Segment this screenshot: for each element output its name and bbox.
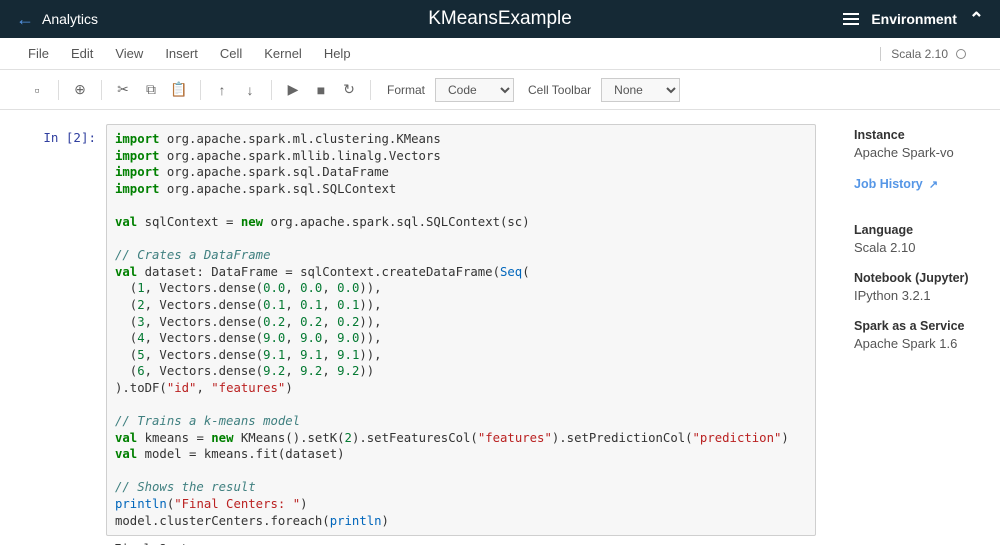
menu-insert[interactable]: Insert bbox=[165, 46, 198, 61]
add-cell-button[interactable]: ⊕ bbox=[71, 81, 89, 99]
instance-heading: Instance bbox=[854, 128, 986, 142]
celltoolbar-label: Cell Toolbar bbox=[528, 83, 591, 97]
code-cell[interactable]: In [2]: import org.apache.spark.ml.clust… bbox=[24, 124, 816, 545]
notebook-heading: Notebook (Jupyter) bbox=[854, 271, 986, 285]
notebook-area[interactable]: In [2]: import org.apache.spark.ml.clust… bbox=[0, 110, 840, 545]
job-history-link[interactable]: Job History ↗ bbox=[854, 177, 938, 191]
saas-heading: Spark as a Service bbox=[854, 319, 986, 333]
instance-value: Apache Spark-vo bbox=[854, 145, 986, 160]
language-value: Scala 2.10 bbox=[854, 240, 986, 255]
menu-kernel[interactable]: Kernel bbox=[264, 46, 302, 61]
code-input[interactable]: import org.apache.spark.ml.clustering.KM… bbox=[106, 124, 816, 536]
chevron-up-icon[interactable]: ⌃ bbox=[969, 9, 984, 30]
menu-file[interactable]: File bbox=[28, 46, 49, 61]
kernel-name: Scala 2.10 bbox=[891, 47, 948, 61]
menu-help[interactable]: Help bbox=[324, 46, 351, 61]
menubar: File Edit View Insert Cell Kernel Help S… bbox=[0, 38, 1000, 70]
notebook-title[interactable]: KMeansExample bbox=[428, 8, 572, 30]
toolbar: ▫ ⊕ ✂ ⧉ 📋 ↑ ↓ ▶ ■ ↻ Format Code Cell Too… bbox=[0, 70, 1000, 110]
language-heading: Language bbox=[854, 223, 986, 237]
notebook-value: IPython 3.2.1 bbox=[854, 288, 986, 303]
menu-icon[interactable] bbox=[843, 10, 859, 28]
environment-panel: Instance Apache Spark-vo Job History ↗ L… bbox=[840, 110, 1000, 545]
topbar: ← Analytics KMeansExample Environment ⌃ bbox=[0, 0, 1000, 38]
kernel-indicator: Scala 2.10 bbox=[880, 47, 972, 61]
format-select[interactable]: Code bbox=[435, 78, 514, 102]
restart-button[interactable]: ↻ bbox=[340, 81, 358, 99]
external-link-icon: ↗ bbox=[926, 179, 938, 191]
cell-output: Final Centers: [0.1,0.1,0.1] [9.1,9.1,9.… bbox=[106, 536, 816, 545]
back-link[interactable]: ← Analytics bbox=[16, 9, 98, 30]
move-up-button[interactable]: ↑ bbox=[213, 81, 231, 99]
kernel-status-icon bbox=[956, 49, 966, 59]
back-label: Analytics bbox=[42, 11, 98, 27]
menu-cell[interactable]: Cell bbox=[220, 46, 242, 61]
move-down-button[interactable]: ↓ bbox=[241, 81, 259, 99]
copy-button[interactable]: ⧉ bbox=[142, 81, 160, 99]
menu-view[interactable]: View bbox=[115, 46, 143, 61]
format-label: Format bbox=[387, 83, 425, 97]
cut-button[interactable]: ✂ bbox=[114, 81, 132, 99]
save-button[interactable]: ▫ bbox=[28, 81, 46, 99]
celltoolbar-select[interactable]: None bbox=[601, 78, 680, 102]
arrow-left-icon: ← bbox=[16, 9, 34, 30]
environment-label[interactable]: Environment bbox=[871, 11, 957, 27]
menu-edit[interactable]: Edit bbox=[71, 46, 93, 61]
stop-button[interactable]: ■ bbox=[312, 81, 330, 99]
run-button[interactable]: ▶ bbox=[284, 81, 302, 99]
saas-value: Apache Spark 1.6 bbox=[854, 336, 986, 351]
paste-button[interactable]: 📋 bbox=[170, 81, 188, 99]
cell-prompt: In [2]: bbox=[24, 124, 106, 545]
